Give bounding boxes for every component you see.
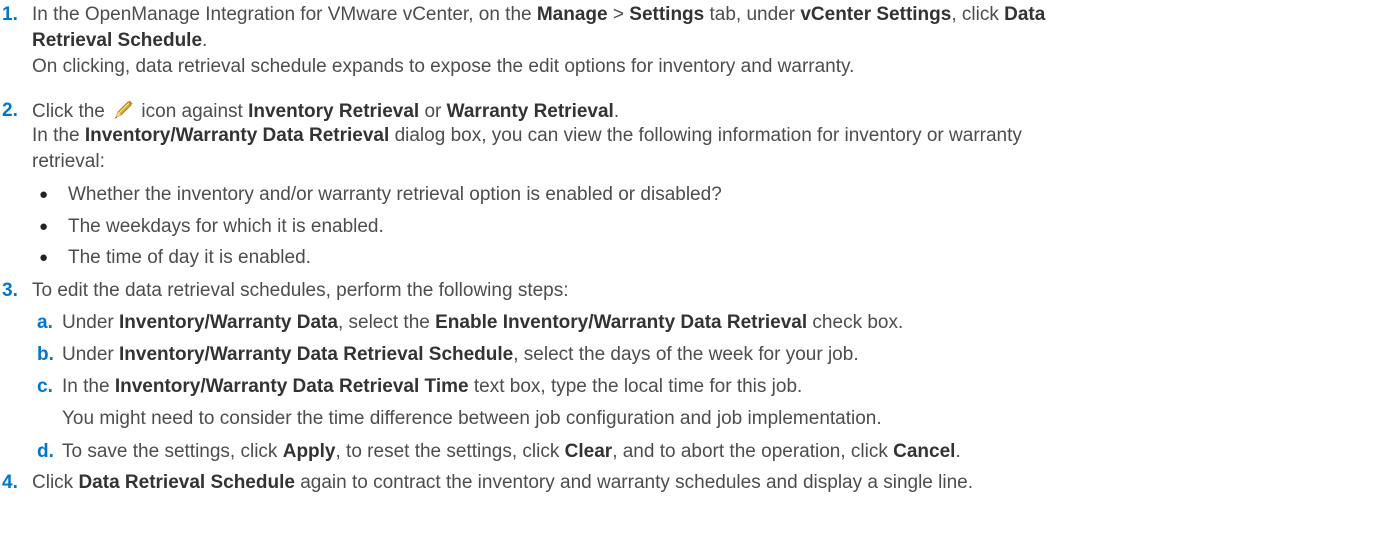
substep-a-letter: a. [37,312,53,333]
bullet-icon: ● [39,186,49,203]
step-1-number: 1. [2,4,18,25]
bullet-icon: ● [39,218,49,235]
substep-c-letter: c. [37,376,53,397]
step-1-line-3: On clicking, data retrieval schedule exp… [32,56,855,77]
substep-b-letter: b. [37,344,54,365]
step-2-number: 2. [2,100,18,121]
substep-c-note: You might need to consider the time diff… [62,408,882,429]
pencil-icon [115,100,133,119]
document-body: 1. In the OpenManage Integration for VMw… [2,4,1046,493]
bullet-icon: ● [39,249,49,266]
substep-d-letter: d. [37,441,54,462]
step-3-number: 3. [2,280,18,301]
step-4-number: 4. [2,472,18,493]
step-1-line-2: Retrieval Schedule. [32,30,208,51]
step-2-line-3: retrieval: [32,151,105,172]
step-2-line-2: In the Inventory/Warranty Data Retrieval… [32,125,1022,146]
